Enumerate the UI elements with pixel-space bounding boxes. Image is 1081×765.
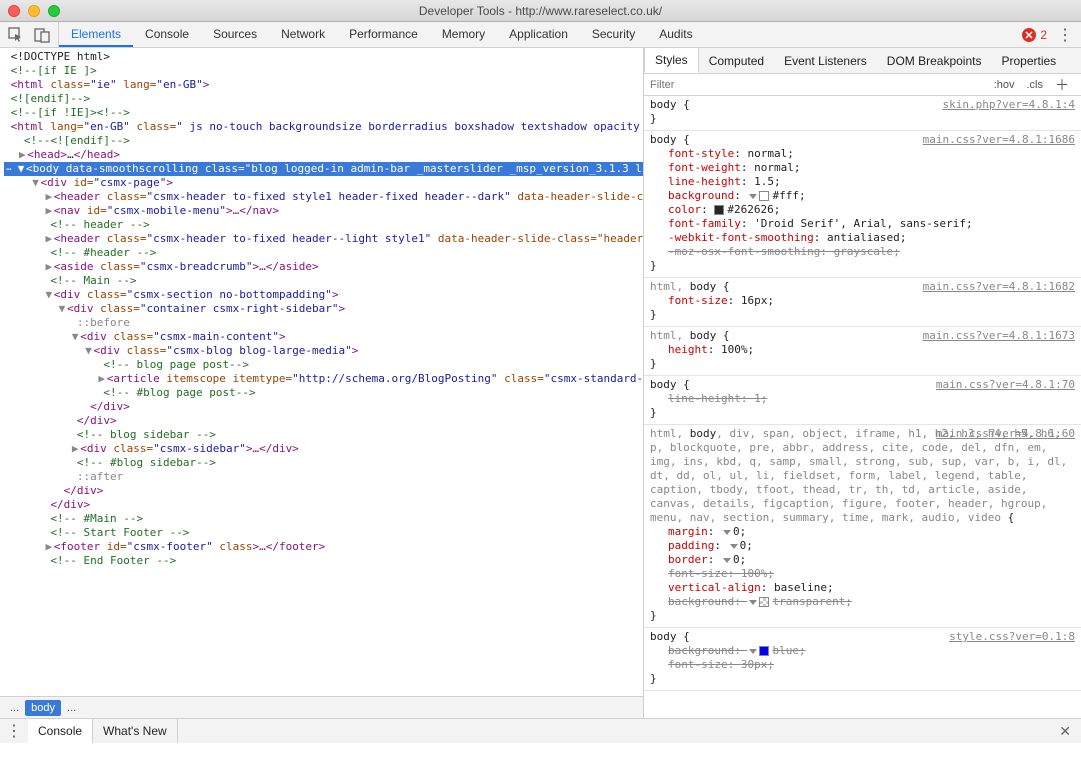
rule-source-link[interactable]: main.css?ver=4.8.1:60 bbox=[936, 427, 1075, 441]
css-property[interactable]: font-style: normal; bbox=[650, 147, 1075, 161]
css-property[interactable]: font-size: 16px; bbox=[650, 294, 1075, 308]
comment: <!--[if IE ]> bbox=[11, 64, 97, 77]
panel-tab-network[interactable]: Network bbox=[269, 22, 337, 47]
css-property[interactable]: font-family: 'Droid Serif', Arial, sans-… bbox=[650, 217, 1075, 231]
drawer: ⋮ ConsoleWhat's New ✕ bbox=[0, 718, 1081, 743]
pseudo-after: ::after bbox=[77, 470, 123, 483]
breadcrumb-item[interactable]: body bbox=[25, 700, 61, 716]
css-rule[interactable]: main.css?ver=4.8.1:60html, body, div, sp… bbox=[644, 425, 1081, 628]
cls-toggle[interactable]: .cls bbox=[1021, 79, 1050, 91]
expand-caret-icon[interactable]: ▼ bbox=[83, 344, 93, 358]
inspect-element-icon[interactable] bbox=[8, 27, 24, 43]
pseudo-before: ::before bbox=[77, 316, 130, 329]
css-rule[interactable]: main.css?ver=4.8.1:1682html, body {font-… bbox=[644, 278, 1081, 327]
elements-panel: <!DOCTYPE html> <!--[if IE ]> <html clas… bbox=[0, 48, 644, 718]
css-property[interactable]: margin: 0; bbox=[650, 525, 1075, 539]
expand-caret-icon[interactable]: ▶ bbox=[17, 148, 27, 162]
hov-toggle[interactable]: :hov bbox=[988, 79, 1021, 91]
drawer-close-icon[interactable]: ✕ bbox=[1049, 723, 1081, 740]
panel-tab-application[interactable]: Application bbox=[497, 22, 580, 47]
expand-caret-icon[interactable]: ▼ bbox=[57, 302, 67, 316]
css-rules-list[interactable]: skin.php?ver=4.8.1:4body {}main.css?ver=… bbox=[644, 96, 1081, 718]
rule-source-link[interactable]: main.css?ver=4.8.1:1686 bbox=[923, 133, 1075, 147]
device-toolbar-icon[interactable] bbox=[34, 27, 50, 43]
main-split: <!DOCTYPE html> <!--[if IE ]> <html clas… bbox=[0, 48, 1081, 718]
panel-tab-security[interactable]: Security bbox=[580, 22, 647, 47]
devtools-toolbar: ElementsConsoleSourcesNetworkPerformance… bbox=[0, 22, 1081, 48]
css-property[interactable]: height: 100%; bbox=[650, 343, 1075, 357]
error-count[interactable]: 2 bbox=[1040, 28, 1047, 42]
css-property[interactable]: -webkit-font-smoothing: antialiased; bbox=[650, 231, 1075, 245]
styles-tab-computed[interactable]: Computed bbox=[699, 48, 774, 73]
drawer-menu-icon[interactable]: ⋮ bbox=[0, 721, 28, 741]
rule-source-link[interactable]: style.css?ver=0.1:8 bbox=[949, 630, 1075, 644]
styles-tab-styles[interactable]: Styles bbox=[644, 48, 699, 73]
expand-caret-icon[interactable]: ▶ bbox=[44, 260, 54, 274]
window-titlebar: Developer Tools - http://www.rareselect.… bbox=[0, 0, 1081, 22]
panel-tab-memory[interactable]: Memory bbox=[430, 22, 497, 47]
rule-source-link[interactable]: main.css?ver=4.8.1:70 bbox=[936, 378, 1075, 392]
styles-tab-event-listeners[interactable]: Event Listeners bbox=[774, 48, 877, 73]
css-property[interactable]: border: 0; bbox=[650, 553, 1075, 567]
styles-tab-dom-breakpoints[interactable]: DOM Breakpoints bbox=[877, 48, 992, 73]
css-property[interactable]: padding: 0; bbox=[650, 539, 1075, 553]
styles-filter-row: :hov .cls ＋ bbox=[644, 74, 1081, 96]
breadcrumb-item[interactable]: ... bbox=[4, 700, 25, 716]
styles-subtabs: StylesComputedEvent ListenersDOM Breakpo… bbox=[644, 48, 1081, 74]
expand-caret-icon[interactable]: ▶ bbox=[97, 372, 107, 386]
expand-caret-icon[interactable]: ▶ bbox=[44, 540, 54, 554]
panel-tab-console[interactable]: Console bbox=[133, 22, 201, 47]
css-property[interactable]: font-size: 30px; bbox=[650, 658, 1075, 672]
doctype: <!DOCTYPE html> bbox=[11, 50, 110, 63]
css-property[interactable]: vertical-align: baseline; bbox=[650, 581, 1075, 595]
css-rule[interactable]: style.css?ver=0.1:8body {background: blu… bbox=[644, 628, 1081, 691]
css-rule[interactable]: skin.php?ver=4.8.1:4body {} bbox=[644, 96, 1081, 131]
panel-tab-sources[interactable]: Sources bbox=[201, 22, 269, 47]
styles-tab-properties[interactable]: Properties bbox=[991, 48, 1066, 73]
window-title: Developer Tools - http://www.rareselect.… bbox=[0, 4, 1081, 18]
css-rule[interactable]: main.css?ver=4.8.1:1686body {font-style:… bbox=[644, 131, 1081, 278]
drawer-tab-console[interactable]: Console bbox=[28, 719, 93, 743]
css-property[interactable]: line-height: 1; bbox=[650, 392, 1075, 406]
dom-breadcrumb: ...body... bbox=[0, 696, 643, 718]
drawer-tab-what-s-new[interactable]: What's New bbox=[93, 719, 178, 743]
css-rule[interactable]: main.css?ver=4.8.1:70body {line-height: … bbox=[644, 376, 1081, 425]
kebab-menu-icon[interactable]: ⋮ bbox=[1057, 25, 1073, 45]
panel-tab-elements[interactable]: Elements bbox=[59, 22, 133, 47]
css-property[interactable]: color: #262626; bbox=[650, 203, 1075, 217]
expand-caret-icon[interactable]: ▶ bbox=[44, 204, 54, 218]
expand-caret-icon[interactable]: ▶ bbox=[70, 442, 80, 456]
css-property[interactable]: -moz-osx-font-smoothing: grayscale; bbox=[650, 245, 1075, 259]
css-property[interactable]: font-weight: normal; bbox=[650, 161, 1075, 175]
css-property[interactable]: background: blue; bbox=[650, 644, 1075, 658]
new-rule-button[interactable]: ＋ bbox=[1049, 75, 1075, 95]
panel-tab-performance[interactable]: Performance bbox=[337, 22, 430, 47]
css-property[interactable]: background: #fff; bbox=[650, 189, 1075, 203]
selected-node[interactable]: ⋯▼<body data-smoothscrolling class="blog… bbox=[4, 162, 643, 176]
rule-source-link[interactable]: main.css?ver=4.8.1:1682 bbox=[923, 280, 1075, 294]
expand-caret-icon[interactable]: ▶ bbox=[44, 190, 54, 204]
dom-tree[interactable]: <!DOCTYPE html> <!--[if IE ]> <html clas… bbox=[0, 48, 643, 696]
css-property[interactable]: line-height: 1.5; bbox=[650, 175, 1075, 189]
rule-source-link[interactable]: skin.php?ver=4.8.1:4 bbox=[943, 98, 1075, 112]
expand-caret-icon[interactable]: ▼ bbox=[31, 176, 41, 190]
breadcrumb-item[interactable]: ... bbox=[61, 700, 82, 716]
expand-caret-icon[interactable]: ▼ bbox=[44, 288, 54, 302]
css-property[interactable]: background: transparent; bbox=[650, 595, 1075, 609]
panel-tab-audits[interactable]: Audits bbox=[647, 22, 704, 47]
expand-caret-icon[interactable]: ▶ bbox=[44, 232, 54, 246]
expand-caret-icon[interactable]: ▼ bbox=[70, 330, 80, 344]
panel-tabs: ElementsConsoleSourcesNetworkPerformance… bbox=[59, 22, 1014, 47]
styles-panel: StylesComputedEvent ListenersDOM Breakpo… bbox=[644, 48, 1081, 718]
css-property[interactable]: font-size: 100%; bbox=[650, 567, 1075, 581]
rule-source-link[interactable]: main.css?ver=4.8.1:1673 bbox=[923, 329, 1075, 343]
styles-filter-input[interactable] bbox=[650, 79, 988, 91]
error-badge-icon[interactable] bbox=[1022, 28, 1036, 42]
css-rule[interactable]: main.css?ver=4.8.1:1673html, body {heigh… bbox=[644, 327, 1081, 376]
